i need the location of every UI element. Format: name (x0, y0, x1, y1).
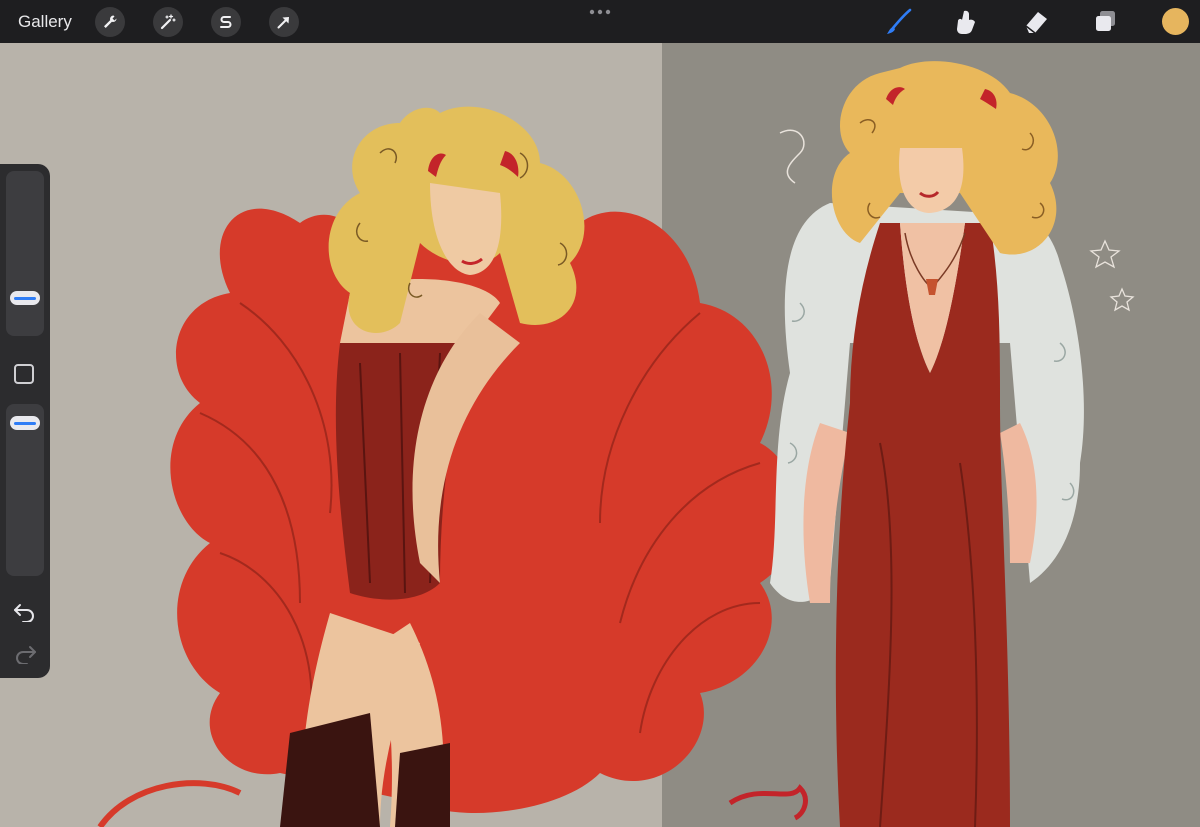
layers-icon[interactable] (1091, 7, 1121, 37)
left-sidebar (0, 164, 50, 678)
wrench-icon[interactable] (95, 7, 125, 37)
drawing-canvas[interactable] (0, 43, 1200, 827)
magic-wand-icon[interactable] (153, 7, 183, 37)
top-toolbar: Gallery (0, 0, 1200, 43)
more-options-icon[interactable] (588, 7, 612, 17)
gallery-button[interactable]: Gallery (18, 12, 72, 32)
opacity-handle[interactable] (10, 416, 40, 430)
transform-arrow-icon[interactable] (269, 7, 299, 37)
redo-icon[interactable] (12, 642, 38, 664)
eraser-icon[interactable] (1021, 7, 1051, 37)
brush-size-handle[interactable] (10, 291, 40, 305)
brush-size-slider[interactable] (6, 171, 44, 336)
color-picker-swatch[interactable] (1162, 8, 1189, 35)
undo-icon[interactable] (12, 600, 38, 622)
smudge-icon[interactable] (952, 7, 982, 37)
brush-icon[interactable] (884, 7, 914, 37)
selection-s-icon[interactable] (211, 7, 241, 37)
artwork (0, 43, 1200, 827)
opacity-slider[interactable] (6, 404, 44, 576)
modify-square-button[interactable] (14, 364, 34, 384)
